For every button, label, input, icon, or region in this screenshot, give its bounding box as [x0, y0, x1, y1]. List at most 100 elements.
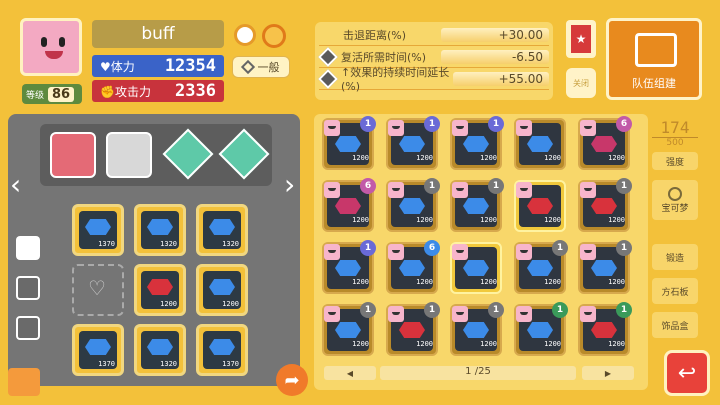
next-arrow[interactable]: › [284, 168, 295, 201]
count-badge: 6 [360, 178, 376, 194]
gem-slot[interactable]: 1320 [196, 204, 248, 256]
buff-value: +30.00 [441, 27, 549, 42]
search-icon[interactable] [262, 24, 286, 48]
inventory-item[interactable]: 1200 1 [514, 302, 568, 356]
buff-row: ↑效果的持续时间延长(%) +55.00 [318, 66, 549, 93]
hp-value: 12354 [164, 56, 216, 76]
gem-slot[interactable]: 1370 [72, 204, 124, 256]
forge-label: 锻造 [665, 253, 684, 264]
hp-stat: ♥体力 12354 [92, 55, 224, 77]
gem-icon [209, 219, 235, 235]
stone-button[interactable]: 方石板 [652, 278, 698, 304]
gem-slot[interactable]: 1200 [196, 264, 248, 316]
props-button[interactable]: 饰品盒 [652, 312, 698, 338]
count-badge: 1 [488, 178, 504, 194]
counter-value: 174 [652, 118, 698, 138]
name-box: buff [92, 20, 224, 48]
page-next-button[interactable]: ▶ [582, 366, 634, 380]
name-text: buff [141, 24, 175, 44]
inventory-item[interactable]: 1200 1 [386, 116, 440, 170]
inventory-item[interactable]: 1200 1 [386, 302, 440, 356]
inventory-item[interactable]: 1200 6 [322, 178, 376, 232]
pokemon-face-icon [388, 182, 404, 198]
pokemon-face-icon [452, 306, 468, 322]
count-badge: 1 [424, 116, 440, 132]
inventory-item[interactable]: 1200 [514, 118, 566, 170]
gem-value: 1320 [160, 360, 177, 368]
page-prev-button[interactable]: ◀ [324, 366, 376, 380]
pokemon-face-icon [388, 306, 404, 322]
gear-icon[interactable] [234, 24, 256, 46]
side-tab[interactable] [16, 236, 40, 260]
level-badge: 等级 86 [22, 84, 82, 104]
mode-button[interactable]: 一般 [232, 56, 290, 78]
inventory-item[interactable]: 1200 1 [386, 178, 440, 232]
atk-value: 2336 [175, 81, 216, 101]
pokemon-face-icon [324, 120, 340, 136]
close-button[interactable]: 关闭 [566, 68, 596, 98]
inventory-grid: 1200 1 1200 1 1200 1 1200 1200 6 1200 6 1200 1 1200 1 1… [322, 116, 640, 358]
buff-label: ↑效果的持续时间延长(%) [341, 66, 450, 93]
pokemon-face-icon [324, 182, 340, 198]
gem-icon [591, 198, 617, 214]
item-value: 1200 [608, 154, 625, 162]
side-tab[interactable] [16, 276, 40, 300]
inventory-item[interactable]: 1200 1 [450, 178, 504, 232]
pokemon-face-icon [516, 244, 532, 260]
pokemon-face-icon [388, 120, 404, 136]
item-value: 1200 [608, 278, 625, 286]
page-text: 1 /25 [465, 366, 491, 377]
side-tab[interactable] [16, 316, 40, 340]
slot-inner: 1370 [79, 211, 117, 249]
item-value: 1200 [608, 216, 625, 224]
back-button[interactable]: ↩ [664, 350, 710, 396]
count-badge: 1 [424, 302, 440, 318]
inventory-item[interactable]: 1200 1 [322, 116, 376, 170]
forge-button[interactable]: 锻造 [652, 244, 698, 270]
pokemon-face-icon [580, 306, 596, 322]
item-value: 1200 [352, 216, 369, 224]
gem-slot[interactable]: 1200 [134, 264, 186, 316]
inventory-item[interactable]: 1200 1 [322, 240, 376, 294]
counter: 174 500 [652, 118, 698, 148]
atk-stat: ✊攻击力 2336 [92, 80, 224, 102]
pink-skill-slot[interactable] [50, 132, 96, 178]
item-value: 1200 [608, 340, 625, 348]
inventory-item[interactable]: 1200 1 [514, 240, 568, 294]
gem-slot[interactable]: 1370 [196, 324, 248, 376]
count-badge: 1 [488, 116, 504, 132]
fist-icon: ✊ [100, 84, 115, 99]
favorite-button[interactable]: ★ [566, 20, 596, 58]
buff-label: 复活所需时间(%) [341, 50, 427, 64]
share-icon[interactable]: ➦ [276, 364, 308, 396]
pokemon-face-icon [580, 244, 596, 260]
inventory-item[interactable]: 1200 1 [450, 302, 504, 356]
print-icon[interactable] [8, 368, 40, 396]
item-value: 1200 [480, 216, 497, 224]
gem-icon [463, 136, 489, 152]
inventory-item[interactable]: 1200 1 [578, 302, 632, 356]
inventory-item[interactable]: 1200 6 [578, 116, 632, 170]
gem-icon [335, 198, 361, 214]
gem-slot[interactable]: 1320 [134, 324, 186, 376]
inventory-item[interactable]: 1200 [450, 242, 502, 294]
inventory-item[interactable]: 1200 6 [386, 240, 440, 294]
inventory-item[interactable]: 1200 1 [322, 302, 376, 356]
inventory-item[interactable]: 1200 1 [450, 116, 504, 170]
pokemon-button[interactable]: 宝可梦 [652, 180, 698, 220]
prev-arrow[interactable]: ‹ [10, 168, 21, 201]
item-value: 1200 [480, 340, 497, 348]
gem-icon [85, 219, 111, 235]
inventory-item[interactable]: 1200 [514, 180, 566, 232]
grey-skill-slot[interactable] [106, 132, 152, 178]
pokemon-face-icon [324, 244, 340, 260]
strength-button[interactable]: 强度 [652, 152, 698, 170]
buff-row: 击退距离(%) +30.00 [319, 24, 549, 46]
team-button[interactable]: 队伍组建 [606, 18, 702, 100]
inventory-item[interactable]: 1200 1 [578, 178, 632, 232]
strength-label: 强度 [665, 157, 684, 168]
inventory-item[interactable]: 1200 1 [578, 240, 632, 294]
gem-slot[interactable]: ♡ [72, 264, 124, 316]
gem-slot[interactable]: 1370 [72, 324, 124, 376]
gem-slot[interactable]: 1320 [134, 204, 186, 256]
